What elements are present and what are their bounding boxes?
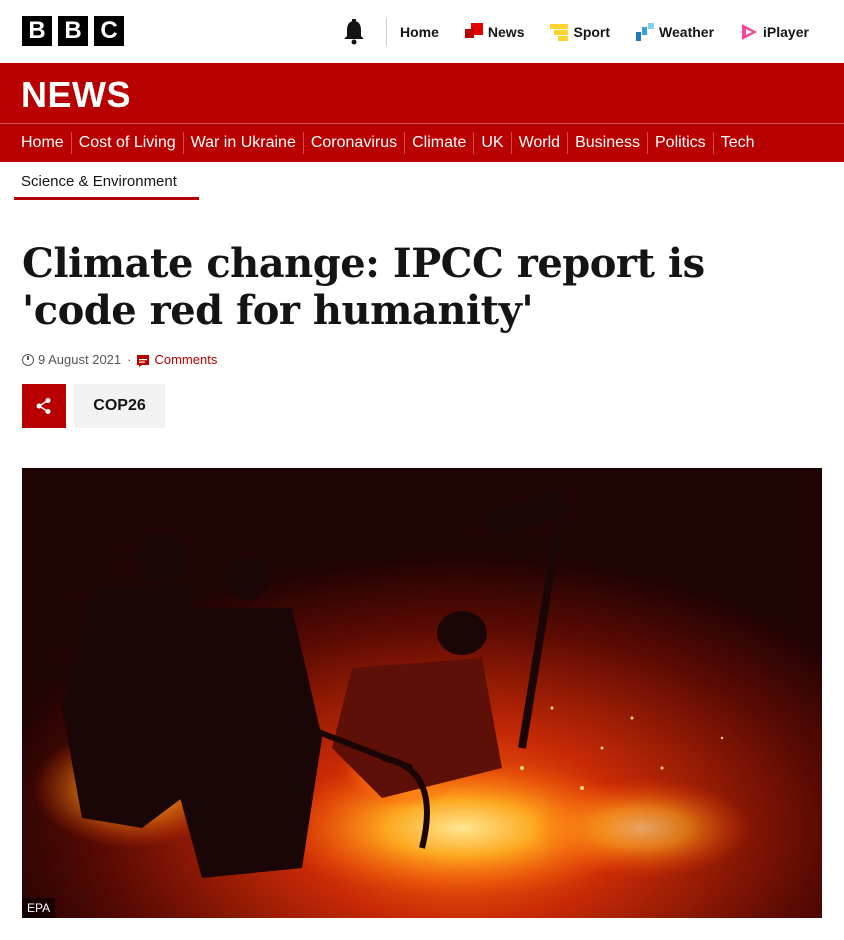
section-nav-item-business[interactable]: Business xyxy=(568,132,648,154)
top-nav: Home News Sport Weather iPlayer xyxy=(400,0,835,63)
section-nav-item-home[interactable]: Home xyxy=(14,132,72,154)
sport-icon xyxy=(550,23,569,41)
article-hero-image xyxy=(22,468,822,918)
top-nav-news[interactable]: News xyxy=(464,22,525,41)
top-bar: B B C Home News Sport Weather iPlayer xyxy=(0,0,844,63)
comment-icon[interactable] xyxy=(137,354,150,367)
top-nav-label: Weather xyxy=(659,23,715,40)
section-nav-item-world[interactable]: World xyxy=(512,132,569,154)
topic-tag-cop26[interactable]: COP26 xyxy=(74,384,165,428)
bbc-logo-letter: C xyxy=(94,16,124,46)
weather-icon xyxy=(636,22,655,41)
section-nav-item-coronavirus[interactable]: Coronavirus xyxy=(304,132,406,154)
news-icon xyxy=(464,22,483,41)
top-nav-label: iPlayer xyxy=(763,23,809,40)
section-nav-item-politics[interactable]: Politics xyxy=(648,132,714,154)
top-nav-iplayer[interactable]: iPlayer xyxy=(740,23,809,41)
section-link-science-environment[interactable]: Science & Environment xyxy=(14,167,199,200)
bell-icon[interactable] xyxy=(342,18,366,46)
article-meta: 9 August 2021 · Comments xyxy=(22,352,217,367)
share-button[interactable] xyxy=(22,384,66,428)
clock-icon xyxy=(22,353,34,366)
top-nav-sport[interactable]: Sport xyxy=(550,23,610,41)
section-nav: Home Cost of Living War in Ukraine Coron… xyxy=(0,124,844,162)
section-nav-item-climate[interactable]: Climate xyxy=(405,132,475,154)
section-nav-item-cost-of-living[interactable]: Cost of Living xyxy=(72,132,184,154)
news-banner-title[interactable]: NEWS xyxy=(21,74,131,116)
bbc-logo-letter: B xyxy=(22,16,52,46)
top-nav-label: News xyxy=(487,23,525,40)
bbc-logo[interactable]: B B C xyxy=(22,16,124,46)
iplayer-icon xyxy=(740,23,758,41)
comments-link[interactable]: Comments xyxy=(154,352,217,367)
top-nav-weather[interactable]: Weather xyxy=(636,22,715,41)
bbc-logo-letter: B xyxy=(58,16,88,46)
section-nav-item-uk[interactable]: UK xyxy=(474,132,512,154)
meta-separator: · xyxy=(127,352,132,367)
top-nav-label: Home xyxy=(400,23,439,40)
image-credit: EPA xyxy=(22,898,56,918)
article-headline: Climate change: IPCC report is 'code red… xyxy=(22,240,705,334)
top-nav-home[interactable]: Home xyxy=(400,24,439,40)
share-icon xyxy=(36,398,51,414)
top-nav-label: Sport xyxy=(573,23,611,40)
section-nav-item-tech[interactable]: Tech xyxy=(714,132,762,154)
section-nav-item-war-in-ukraine[interactable]: War in Ukraine xyxy=(184,132,304,154)
top-divider xyxy=(386,18,387,46)
article-date: 9 August 2021 xyxy=(38,352,122,367)
